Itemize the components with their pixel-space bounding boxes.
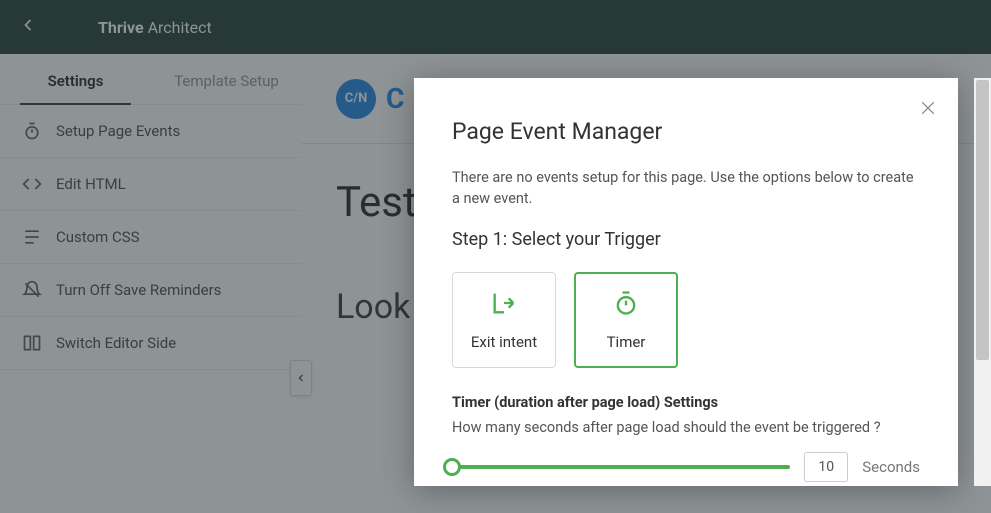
timer-controls: Seconds xyxy=(452,452,920,482)
menu-label: Setup Page Events xyxy=(56,122,180,140)
slider-thumb[interactable] xyxy=(443,458,461,476)
trigger-label: Timer xyxy=(607,333,646,351)
header-bar: Thrive Architect xyxy=(0,0,991,54)
menu-custom-css[interactable]: Custom CSS xyxy=(0,211,302,264)
step-heading: Step 1: Select your Trigger xyxy=(452,229,920,250)
page-event-manager-modal: Page Event Manager There are no events s… xyxy=(414,78,958,486)
sidebar-tabs: Settings Template Setup xyxy=(0,54,302,105)
brand-light: Architect xyxy=(148,18,212,37)
menu-label: Turn Off Save Reminders xyxy=(56,281,221,299)
stopwatch-icon xyxy=(22,121,56,141)
menu-label: Switch Editor Side xyxy=(56,334,176,352)
menu-turn-off-reminders[interactable]: Turn Off Save Reminders xyxy=(0,264,302,317)
back-arrow-icon[interactable] xyxy=(18,15,38,40)
brand-title: Thrive Architect xyxy=(98,18,212,37)
trigger-timer[interactable]: Timer xyxy=(574,272,678,368)
menu-setup-page-events[interactable]: Setup Page Events xyxy=(0,105,302,158)
site-name-fragment: C xyxy=(386,82,404,115)
code-icon xyxy=(22,174,56,194)
trigger-options: Exit intent Timer xyxy=(452,272,920,368)
tab-template-setup[interactable]: Template Setup xyxy=(151,54,302,104)
switch-side-icon xyxy=(22,333,56,353)
settings-sidebar: Settings Template Setup Setup Page Event… xyxy=(0,54,302,513)
menu-edit-html[interactable]: Edit HTML xyxy=(0,158,302,211)
timer-icon xyxy=(612,289,640,321)
menu-label: Edit HTML xyxy=(56,175,126,193)
timer-settings-question: How many seconds after page load should … xyxy=(452,419,920,436)
modal-description: There are no events setup for this page.… xyxy=(452,167,920,209)
scrollbar-thumb[interactable] xyxy=(976,80,989,360)
seconds-label: Seconds xyxy=(862,458,920,476)
brand-bold: Thrive xyxy=(98,18,144,37)
seconds-input[interactable] xyxy=(804,452,848,482)
bell-off-icon xyxy=(22,280,56,300)
look-label: Look xyxy=(336,287,410,327)
exit-intent-icon xyxy=(490,289,518,321)
menu-switch-editor-side[interactable]: Switch Editor Side xyxy=(0,317,302,370)
modal-scrollbar[interactable] xyxy=(974,78,991,486)
close-icon[interactable] xyxy=(918,98,938,124)
trigger-label: Exit intent xyxy=(471,333,537,351)
menu-label: Custom CSS xyxy=(56,228,140,246)
css-icon xyxy=(22,227,56,247)
tab-settings[interactable]: Settings xyxy=(0,54,151,104)
sidebar-collapse-handle[interactable] xyxy=(290,360,312,396)
site-logo: C/N xyxy=(336,79,376,119)
trigger-exit-intent[interactable]: Exit intent xyxy=(452,272,556,368)
timer-settings-title: Timer (duration after page load) Setting… xyxy=(452,394,920,411)
seconds-slider[interactable] xyxy=(452,465,790,469)
modal-title: Page Event Manager xyxy=(452,118,920,145)
